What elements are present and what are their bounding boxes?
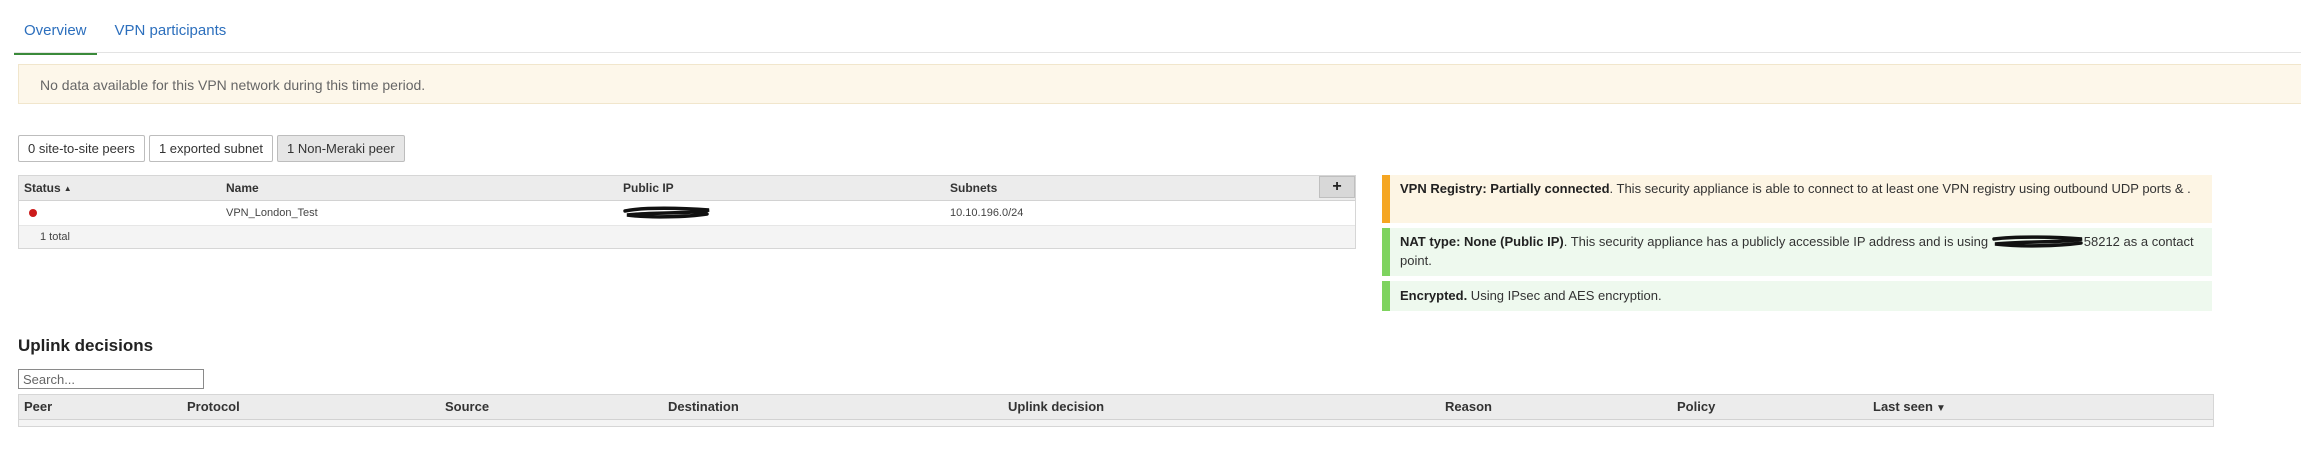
- add-column-button[interactable]: +: [1319, 176, 1355, 198]
- sort-ascending-icon: ▲: [63, 184, 72, 193]
- uplink-decisions-table: Peer Protocol Source Destination Uplink …: [18, 394, 2214, 427]
- column-header-status-label: Status: [24, 181, 61, 195]
- tab-overview[interactable]: Overview: [14, 14, 97, 55]
- vpn-registry-text: . This security appliance is able to con…: [1609, 181, 2191, 196]
- search-input[interactable]: [18, 369, 204, 389]
- uplink-table-header: Peer Protocol Source Destination Uplink …: [19, 395, 2213, 420]
- public-ip-redacted: [623, 201, 713, 225]
- column-header-source[interactable]: Source: [445, 395, 489, 419]
- column-header-peer[interactable]: Peer: [24, 395, 52, 419]
- encryption-status: Encrypted. Using IPsec and AES encryptio…: [1382, 281, 2212, 311]
- no-data-banner: No data available for this VPN network d…: [18, 64, 2301, 104]
- peer-name: VPN_London_Test: [226, 207, 318, 219]
- column-header-uplink-decision[interactable]: Uplink decision: [1008, 395, 1104, 419]
- nat-type-text: . This security appliance has a publicly…: [1563, 234, 1992, 249]
- column-header-reason[interactable]: Reason: [1445, 395, 1492, 419]
- status-warning-bar: [1382, 175, 1390, 223]
- column-header-last-seen[interactable]: Last seen ▼: [1873, 395, 1946, 421]
- vpn-registry-title: VPN Registry: Partially connected: [1400, 181, 1610, 196]
- status-ok-bar: [1382, 228, 1390, 276]
- column-header-name[interactable]: Name: [226, 176, 259, 200]
- peers-table-footer: 1 total: [19, 226, 1355, 248]
- tab-bar: Overview VPN participants: [14, 14, 244, 55]
- sort-descending-icon: ▼: [1935, 403, 1946, 414]
- peers-table-header: Status ▲ Name Public IP Subnets +: [19, 176, 1355, 201]
- status-offline-dot-icon: [29, 209, 37, 217]
- encryption-title: Encrypted.: [1400, 288, 1468, 303]
- tab-divider: [14, 52, 2301, 53]
- vpn-registry-status: VPN Registry: Partially connected. This …: [1382, 175, 2212, 223]
- encryption-text: Using IPsec and AES encryption.: [1467, 288, 1662, 303]
- peers-table: Status ▲ Name Public IP Subnets + VPN_Lon…: [18, 175, 1356, 249]
- tab-vpn-participants[interactable]: VPN participants: [105, 14, 237, 52]
- table-row[interactable]: VPN_London_Test 10.10.196.0/24: [19, 201, 1355, 226]
- column-header-public-ip[interactable]: Public IP: [623, 176, 674, 200]
- column-header-subnets[interactable]: Subnets: [950, 176, 997, 200]
- nat-type-title: NAT type: None (Public IP): [1400, 234, 1564, 249]
- column-header-policy[interactable]: Policy: [1677, 395, 1715, 419]
- section-title: Uplink decisions: [18, 336, 154, 355]
- filter-site-to-site-peers-button[interactable]: 0 site-to-site peers: [18, 135, 145, 162]
- column-header-protocol[interactable]: Protocol: [187, 395, 240, 419]
- redaction-scribble-icon: [623, 206, 710, 219]
- peer-filter-group: 0 site-to-site peers 1 exported subnet 1…: [18, 135, 405, 162]
- filter-non-meraki-peer-button[interactable]: 1 Non-Meraki peer: [277, 135, 405, 162]
- column-header-status[interactable]: Status ▲: [24, 176, 72, 201]
- column-header-destination[interactable]: Destination: [668, 395, 739, 419]
- nat-type-status: NAT type: None (Public IP). This securit…: [1382, 228, 2212, 276]
- status-ok-bar: [1382, 281, 1390, 311]
- column-header-last-seen-label: Last seen: [1873, 399, 1933, 414]
- redaction-scribble-icon: [1992, 235, 2083, 248]
- filter-exported-subnet-button[interactable]: 1 exported subnet: [148, 135, 274, 162]
- peer-subnet: 10.10.196.0/24: [950, 207, 1024, 219]
